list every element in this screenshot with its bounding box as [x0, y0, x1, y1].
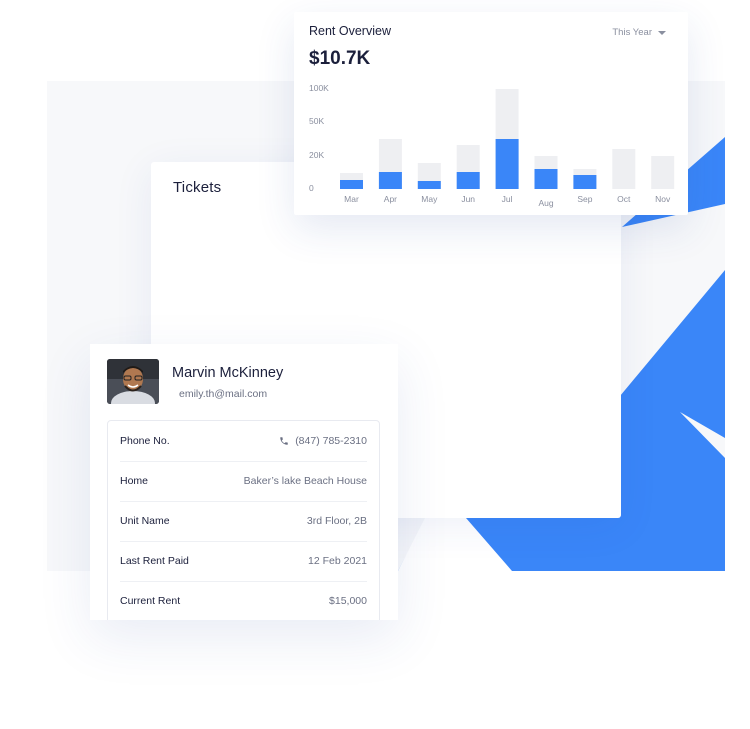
list-item-phone: Phone No. (847) 785-2310 [120, 421, 367, 462]
home-value: Baker’s lake Beach House [243, 475, 367, 487]
x-tick-label: Sep [577, 194, 592, 204]
tickets-title: Tickets [173, 179, 222, 196]
unit-name-value: 3rd Floor, 2B [306, 515, 367, 527]
x-tick-label: May [421, 194, 438, 204]
phone-label: Phone No. [120, 435, 170, 447]
current-rent-label: Current Rent [120, 595, 181, 607]
avatar [107, 359, 159, 404]
x-tick-label: Mar [344, 194, 359, 204]
bar-value-aug [534, 169, 558, 189]
list-item-unit: Unit Name 3rd Floor, 2B [120, 501, 367, 542]
bar-value-sep [573, 175, 597, 189]
x-tick-label: Jul [502, 194, 513, 204]
bar-value-apr [378, 172, 402, 189]
list-item-last-rent: Last Rent Paid 12 Feb 2021 [120, 541, 367, 582]
list-item-home: Home Baker’s lake Beach House [120, 461, 367, 502]
last-rent-value: 12 Feb 2021 [308, 555, 367, 567]
current-rent-value: $15,000 [329, 595, 367, 607]
bar-value-jun [456, 172, 480, 189]
phone-value-wrap[interactable]: (847) 785-2310 [279, 435, 367, 447]
last-rent-label: Last Rent Paid [120, 555, 189, 567]
unit-name-label: Unit Name [120, 515, 170, 527]
bar-background-nov [651, 156, 675, 189]
x-tick-label: Jun [461, 194, 475, 204]
tenant-email: emily.th@mail.com [179, 388, 268, 400]
x-tick-label: Oct [617, 194, 631, 204]
list-item-current-rent: Current Rent $15,000 [120, 581, 367, 620]
bar-value-mar [340, 180, 363, 189]
phone-icon [280, 437, 288, 445]
phone-value: (847) 785-2310 [295, 435, 367, 447]
x-tick-label: Nov [655, 194, 671, 204]
x-tick-label: Apr [384, 194, 397, 204]
tenant-name: Marvin McKinney [172, 365, 284, 381]
tenant-details-list: Phone No. (847) 785-2310 Home Baker’s la… [107, 420, 380, 620]
home-label: Home [120, 475, 149, 487]
y-tick-label: 0 [309, 183, 314, 193]
rent-bar-chart: 100K 50K 20K 0 Mar Apr May Jun Jul Aug Sep Oct Nov [309, 83, 675, 208]
y-tick-label: 50K [309, 116, 324, 126]
tenant-profile-card: Marvin McKinney emily.th@mail.com Phone … [90, 344, 398, 620]
bar-value-may [417, 181, 441, 189]
bar-value-jul [495, 139, 519, 189]
rent-overview-card: Rent Overview This Year $10.7K 100K 50K 20… [294, 12, 688, 215]
y-tick-label: 100K [309, 83, 329, 93]
x-tick-label: Aug [538, 198, 553, 208]
bar-background-oct [612, 149, 636, 189]
y-tick-label: 20K [309, 150, 324, 160]
